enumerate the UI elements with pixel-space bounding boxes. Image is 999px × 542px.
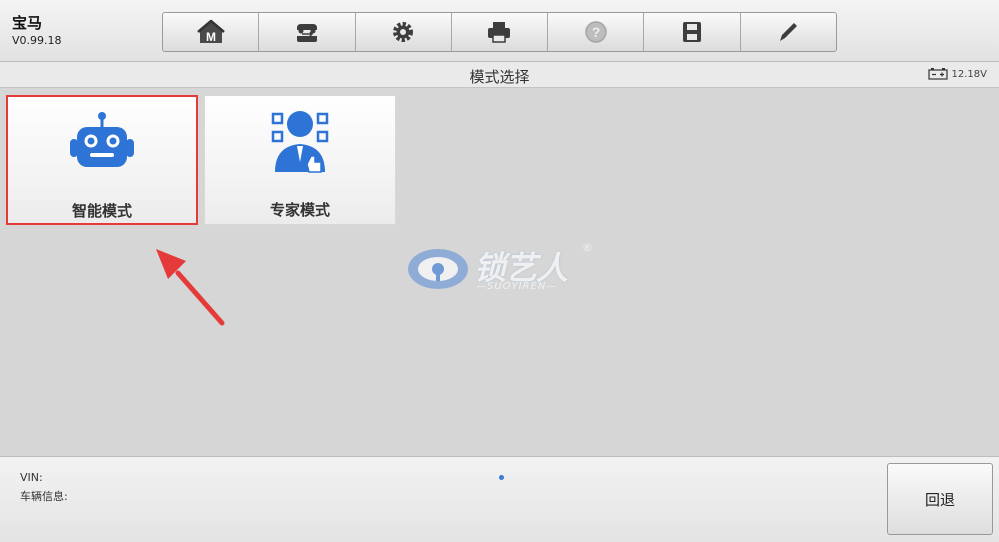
robot-icon (70, 112, 134, 167)
home-m-icon: M (196, 19, 225, 44)
printer-icon (488, 22, 511, 43)
home-button[interactable]: M (163, 13, 260, 51)
pointer-arrow (156, 249, 225, 326)
brand: 宝马 V0.99.18 (12, 14, 62, 47)
top-bar: 宝马 V0.99.18 M ? (0, 0, 999, 62)
settings-button[interactable] (356, 13, 452, 51)
expert-mode-tile[interactable]: 专家模式 (204, 95, 396, 225)
watermark-registered: ® (582, 241, 593, 254)
battery-status: 12.18V (927, 68, 987, 80)
watermark-subtext: —SUOYIREN— (476, 281, 558, 292)
svg-text:?: ? (591, 24, 600, 40)
page-indicator (499, 475, 504, 480)
save-button[interactable] (644, 13, 741, 51)
footer: VIN: 车辆信息: 回退 (0, 456, 999, 542)
battery-icon (927, 68, 948, 80)
watermark-emblem-icon (408, 249, 468, 289)
vehicle-swap-icon (296, 24, 317, 42)
expert-icon (271, 111, 329, 173)
smart-mode-tile[interactable]: 智能模式 (6, 95, 198, 225)
help-button[interactable]: ? (548, 13, 645, 51)
page-title: 模式选择 (469, 68, 530, 86)
smart-mode-label: 智能模式 (71, 202, 132, 220)
expert-mode-label: 专家模式 (269, 201, 330, 219)
toolbar: M ? (162, 12, 837, 52)
gear-icon (393, 22, 414, 42)
back-button[interactable]: 回退 (887, 463, 993, 535)
print-button[interactable] (452, 13, 549, 51)
annotate-button[interactable] (741, 13, 836, 51)
main-area: 智能模式 专家模式 锁艺人 ® —SUOYIREN— (0, 88, 999, 456)
pen-icon (780, 23, 798, 41)
help-icon: ? (585, 21, 607, 43)
watermark-logo: 锁艺人 ® —SUOYIREN— (404, 241, 604, 301)
title-bar: 模式选择 12.18V (0, 62, 999, 88)
vehicle-swap-button[interactable] (259, 13, 356, 51)
svg-text:M: M (206, 30, 216, 44)
software-version: V0.99.18 (12, 34, 62, 47)
vin-label: VIN: (20, 471, 43, 484)
save-icon (683, 22, 702, 42)
vehicle-info-label: 车辆信息: (20, 490, 68, 503)
battery-voltage: 12.18V (951, 68, 987, 80)
brand-name: 宝马 (12, 14, 43, 32)
